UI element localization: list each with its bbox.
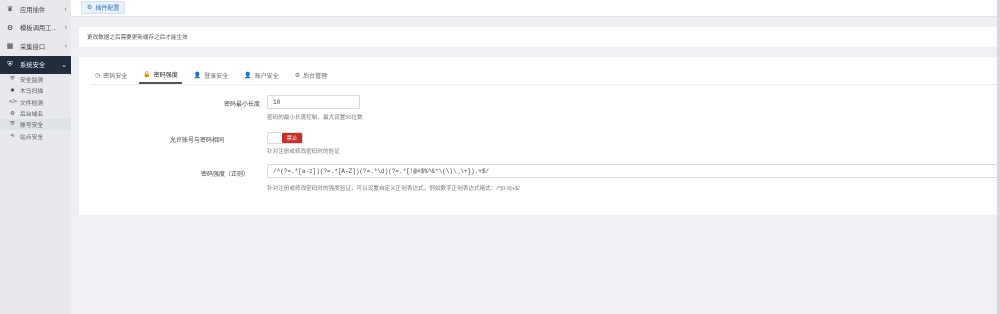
- regex-label: 密码强度（正则）: [200, 172, 249, 178]
- sidebar-item-label: 模板调用工...: [20, 25, 57, 33]
- shield-icon: ⛨: [7, 60, 13, 68]
- chevron-left-icon: ‹: [64, 5, 67, 13]
- allow-same-label: 允许账号与密码相同: [169, 138, 224, 144]
- user-icon: 👤: [193, 72, 202, 79]
- top-tab-bar: ⚙ 插件配置: [71, 0, 1000, 17]
- toggle-state: 禁止: [282, 133, 302, 143]
- tab-account-security[interactable]: 👤 账户安全: [240, 66, 283, 84]
- tab-admin-management[interactable]: ⚙ 后台管理: [291, 66, 331, 84]
- allow-same-toggle[interactable]: 禁止: [267, 132, 303, 144]
- sidebar-subitem-label: 木马扫描: [20, 89, 44, 96]
- sidebar-item-collect[interactable]: ▦ 采集接口 ‹: [0, 37, 71, 56]
- code-icon: </>: [9, 99, 17, 106]
- tab-label: 登录安全: [204, 73, 229, 80]
- sidebar-item-security[interactable]: ⛨ 系统安全 ⌄: [0, 55, 71, 74]
- gear-icon: ⚙: [10, 110, 15, 117]
- tab-label: 密码强度: [153, 72, 178, 79]
- regex-hint: 针对注册或修改密码时的强度验证，可以设置自定义正则表达式，例如数字正则表达式格式…: [267, 186, 520, 192]
- grid-icon: ▦: [6, 43, 14, 51]
- tab-password-security[interactable]: ◷ 密码安全: [91, 66, 131, 84]
- gear-icon: ⚙: [87, 5, 93, 11]
- allow-same-hint: 针对注册或修改密码时的验证: [267, 149, 340, 155]
- bug-icon: ✹: [10, 87, 15, 94]
- min-length-hint: 密码的最小长度控制，最大设置50位数: [267, 115, 363, 121]
- regex-input[interactable]: /^(?=.*[a-z])(?=.*[A-Z])(?=.*\d)(?=.*[!@…: [267, 164, 1000, 178]
- sidebar-subitem-account-security[interactable]: ⛨ 账号安全: [0, 119, 71, 131]
- sidebar-subitem-label: 后台域名: [20, 112, 44, 119]
- tab-label: 账户安全: [254, 73, 279, 80]
- sidebar-subitem-file-check[interactable]: </> 文件检测: [0, 97, 71, 108]
- chevron-left-icon: ‹: [64, 42, 67, 50]
- sidebar-subitem-admin-domain[interactable]: ⚙ 后台域名: [0, 108, 71, 119]
- user-icon: 👤: [244, 72, 252, 79]
- lock-icon: 🔒: [143, 71, 151, 78]
- sidebar-item-plugins[interactable]: ♛ 应用插件 ‹: [0, 0, 71, 19]
- tab-divider: [91, 84, 1000, 85]
- clock-icon: ◷: [95, 72, 101, 79]
- min-length-input[interactable]: 10: [267, 95, 360, 109]
- tab-label: 后台管理: [303, 73, 328, 80]
- sidebar-subitem-trojan-scan[interactable]: ✹ 木马扫描: [0, 85, 71, 96]
- settings-panel: ◷ 密码安全 🔒 密码强度 👤 登录安全 👤 账户安全 ⚙ 后台管理 密码最小长…: [79, 57, 1000, 215]
- notice-bar: 更改数据之后需要更新缓存之后才能生效: [79, 27, 1000, 47]
- tab-password-strength[interactable]: 🔒 密码强度: [139, 66, 182, 84]
- sidebar-item-label: 系统安全: [20, 62, 46, 70]
- chevron-left-icon: ‹: [64, 24, 67, 32]
- sidebar-item-label: 采集接口: [20, 43, 46, 51]
- puzzle-icon: ♛: [6, 6, 14, 14]
- shield-icon: ⛨: [10, 121, 15, 128]
- tab-label: 插件配置: [95, 6, 120, 12]
- tab-login-security[interactable]: 👤 登录安全: [190, 66, 233, 84]
- share-icon: ⋖: [10, 133, 15, 140]
- sidebar-subitem-label: 站点安全: [20, 134, 44, 141]
- gear-icon: ⚙: [6, 24, 14, 32]
- sidebar-subitem-monitor[interactable]: ⛨ 安全监测: [0, 74, 71, 85]
- notice-text: 更改数据之后需要更新缓存之后才能生效: [87, 35, 188, 41]
- shield-icon: ⛨: [10, 76, 15, 83]
- tab-label: 密码安全: [103, 73, 128, 80]
- gear-icon: ⚙: [294, 72, 301, 79]
- settings-tabs: ◷ 密码安全 🔒 密码强度 👤 登录安全 👤 账户安全 ⚙ 后台管理: [91, 66, 339, 84]
- sidebar-subitem-site-security[interactable]: ⋖ 站点安全: [0, 130, 71, 141]
- chevron-down-icon: ⌄: [61, 61, 67, 69]
- sidebar: ♛ 应用插件 ‹ ⚙ 模板调用工... ‹ ▦ 采集接口 ‹ ⛨ 系统安全 ⌄ …: [0, 0, 71, 314]
- sidebar-item-template[interactable]: ⚙ 模板调用工... ‹: [0, 19, 71, 38]
- tab-plugin-config[interactable]: ⚙ 插件配置: [81, 1, 126, 14]
- sidebar-subitem-label: 账号安全: [20, 123, 44, 130]
- min-length-label: 密码最小长度: [223, 102, 260, 108]
- sidebar-subitem-label: 文件检测: [20, 100, 44, 107]
- sidebar-item-label: 应用插件: [20, 6, 46, 14]
- sidebar-subitem-label: 安全监测: [20, 78, 44, 85]
